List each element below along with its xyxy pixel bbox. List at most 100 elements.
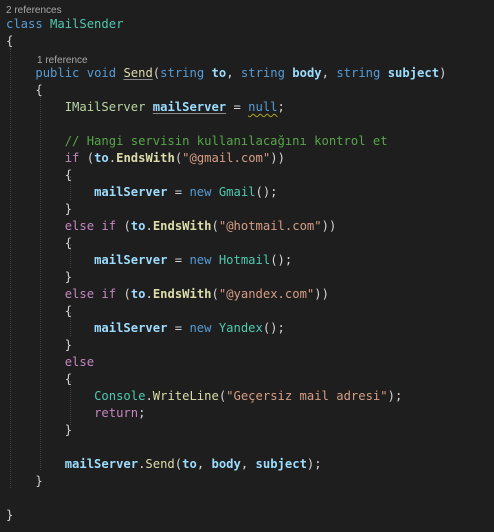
semicolon: ; [314, 457, 322, 471]
interface-imailserver[interactable]: IMailServer [65, 100, 146, 114]
param-subject[interactable]: subject [388, 66, 439, 80]
brace-close: } [64, 202, 73, 216]
keyword-if: if [101, 287, 117, 301]
comma: , [240, 457, 249, 471]
method-endswith[interactable]: EndsWith [153, 219, 212, 233]
type-hotmail[interactable]: Hotmail [219, 253, 270, 267]
var-mailserver[interactable]: mailServer [94, 253, 167, 267]
brace-close: } [64, 423, 73, 437]
var-mailserver[interactable]: mailServer [94, 321, 167, 335]
code-line-else-close[interactable]: } [6, 422, 72, 439]
code-line-elseif-hotmail[interactable]: else if (to.EndsWith("@hotmail.com")) [6, 218, 337, 235]
arg-body[interactable]: body [212, 457, 241, 471]
method-endswith[interactable]: EndsWith [153, 287, 212, 301]
comma: , [226, 66, 234, 80]
method-name-send[interactable]: Send [123, 66, 152, 80]
comma: , [321, 66, 329, 80]
code-line-else-open[interactable]: { [6, 371, 72, 388]
string-gmail: "@gmail.com" [182, 151, 271, 165]
keyword-else: else [64, 355, 95, 369]
code-line-method-signature[interactable]: public void Send(string to, string body,… [6, 65, 446, 82]
code-line-if-gmail-close[interactable]: } [6, 201, 72, 218]
paren-close: ) [277, 151, 285, 165]
var-to[interactable]: to [131, 287, 146, 301]
class-name[interactable]: MailSender [50, 17, 123, 31]
paren-close: ) [321, 287, 329, 301]
type-gmail[interactable]: Gmail [219, 185, 256, 199]
keyword-new: new [189, 321, 212, 335]
keyword-if: if [64, 151, 80, 165]
operator-assign: = [167, 185, 190, 199]
string-invalid-address: "Geçersiz mail adresi" [226, 389, 388, 403]
var-to[interactable]: to [131, 219, 146, 233]
brace-open: { [6, 34, 14, 48]
var-mailserver[interactable]: mailServer [65, 457, 138, 471]
code-line-elseif-yandex-open[interactable]: { [6, 303, 72, 320]
dot: . [108, 151, 117, 165]
dot: . [145, 287, 153, 301]
keyword-new: new [189, 253, 212, 267]
arg-to[interactable]: to [182, 457, 197, 471]
paren-open: ( [86, 151, 95, 165]
type-yandex[interactable]: Yandex [219, 321, 263, 335]
code-line-method-open[interactable]: { [6, 82, 43, 99]
paren-close: ) [314, 287, 322, 301]
code-line-assign-hotmail[interactable]: mailServer = new Hotmail(); [6, 252, 292, 269]
method-writeline[interactable]: WriteLine [153, 389, 219, 403]
code-comment: // Hangi servisin kullanılacağını kontro… [64, 134, 388, 148]
code-line-elseif-hotmail-open[interactable]: { [6, 235, 72, 252]
semicolon: ; [394, 389, 403, 403]
param-type-string: string [160, 66, 205, 80]
dot: . [145, 389, 153, 403]
brace-close: } [64, 270, 73, 284]
code-line-comment[interactable]: // Hangi servisin kullanılacağını kontro… [6, 133, 388, 150]
var-mailserver-decl[interactable]: mailServer [153, 100, 226, 114]
call-parens: (); [255, 185, 278, 199]
comma: , [196, 457, 205, 471]
code-line-elseif-yandex-close[interactable]: } [6, 337, 72, 354]
paren-close: ) [387, 389, 395, 403]
operator-assign: = [167, 253, 190, 267]
code-line-if-gmail-open[interactable]: { [6, 167, 72, 184]
string-hotmail: "@hotmail.com" [218, 219, 322, 233]
method-send-call[interactable]: Send [145, 457, 174, 471]
code-line-class-decl[interactable]: class MailSender [6, 16, 123, 33]
code-line-class-close[interactable]: } [6, 507, 13, 524]
keyword-class: class [6, 17, 43, 31]
codelens-class-label[interactable]: 2 references [6, 5, 62, 16]
paren-open: ( [123, 219, 131, 233]
code-line-elseif-yandex[interactable]: else if (to.EndsWith("@yandex.com")) [6, 286, 329, 303]
keyword-null[interactable]: null [248, 100, 277, 114]
code-line-console-writeline[interactable]: Console.WriteLine("Geçersiz mail adresi"… [6, 388, 402, 405]
param-body[interactable]: body [292, 66, 321, 80]
brace-open: { [64, 168, 73, 182]
code-line-send-call[interactable]: mailServer.Send(to, body, subject); [6, 456, 322, 473]
var-mailserver[interactable]: mailServer [94, 185, 167, 199]
code-line-class-open[interactable]: { [6, 33, 13, 50]
code-line-declaration[interactable]: IMailServer mailServer = null; [6, 99, 285, 116]
brace-open: { [35, 83, 43, 97]
code-line-elseif-hotmail-close[interactable]: } [6, 269, 72, 286]
operator-assign: = [167, 321, 190, 335]
code-line-assign-yandex[interactable]: mailServer = new Yandex(); [6, 320, 285, 337]
code-line-return[interactable]: return; [6, 405, 145, 422]
semicolon: ; [138, 406, 146, 420]
method-endswith[interactable]: EndsWith [116, 151, 175, 165]
param-to[interactable]: to [212, 66, 227, 80]
semicolon: ; [277, 100, 285, 114]
code-line-assign-gmail[interactable]: mailServer = new Gmail(); [6, 184, 278, 201]
brace-open: { [64, 304, 73, 318]
keyword-else: else [64, 287, 95, 301]
code-line-method-close[interactable]: } [6, 473, 42, 490]
paren-close: ) [439, 66, 447, 80]
call-parens: (); [270, 253, 293, 267]
var-to[interactable]: to [94, 151, 109, 165]
code-line-if-gmail[interactable]: if (to.EndsWith("@gmail.com")) [6, 150, 285, 167]
type-console[interactable]: Console [94, 389, 145, 403]
keyword-void: void [86, 66, 117, 80]
code-line-else[interactable]: else [6, 354, 94, 371]
code-editor[interactable]: 2 references class MailSender { 1 refere… [0, 0, 494, 532]
arg-subject[interactable]: subject [256, 457, 307, 471]
brace-close: } [6, 508, 14, 522]
keyword-else: else [64, 219, 95, 233]
